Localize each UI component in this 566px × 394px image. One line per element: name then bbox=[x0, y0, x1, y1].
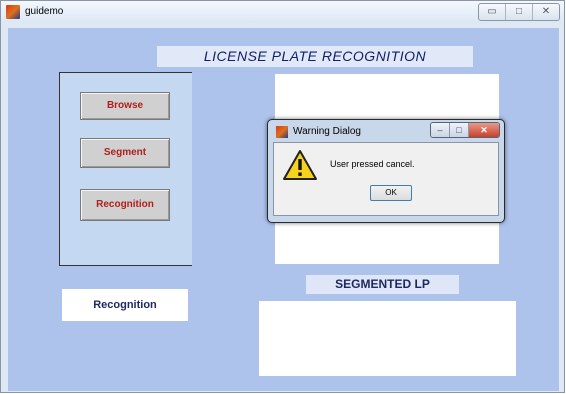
heading-box: LICENSE PLATE RECOGNITION bbox=[157, 46, 473, 67]
button-panel: Browse Segment Recognition bbox=[59, 72, 192, 266]
dialog-title-bar[interactable]: Warning Dialog – □ ✕ bbox=[268, 120, 504, 142]
dialog-close-button[interactable]: ✕ bbox=[468, 123, 499, 137]
window-controls: ▭ □ ✕ bbox=[478, 3, 560, 21]
dialog-title: Warning Dialog bbox=[293, 126, 361, 137]
minimize-button[interactable]: ▭ bbox=[479, 4, 505, 20]
window-title: guidemo bbox=[25, 6, 64, 17]
segmented-label: SEGMENTED LP bbox=[335, 277, 430, 291]
warning-dialog: Warning Dialog – □ ✕ User pressed cancel… bbox=[267, 119, 505, 223]
page-title: LICENSE PLATE RECOGNITION bbox=[203, 48, 427, 64]
dialog-minimize-button[interactable]: – bbox=[431, 123, 449, 137]
main-window: guidemo ▭ □ ✕ LICENSE PLATE RECOGNITION … bbox=[0, 0, 565, 393]
title-bar[interactable]: guidemo ▭ □ ✕ bbox=[1, 1, 564, 23]
ok-button[interactable]: OK bbox=[370, 185, 412, 201]
recognition-result-text: Recognition bbox=[93, 299, 157, 311]
segmented-label-box: SEGMENTED LP bbox=[306, 275, 459, 294]
segment-button[interactable]: Segment bbox=[80, 138, 170, 168]
recognition-button[interactable]: Recognition bbox=[80, 189, 170, 221]
dialog-body: User pressed cancel. OK bbox=[273, 142, 499, 216]
segmented-lp-axes bbox=[259, 301, 516, 376]
dialog-message: User pressed cancel. bbox=[330, 159, 415, 169]
matlab-icon bbox=[276, 126, 288, 138]
close-button[interactable]: ✕ bbox=[532, 4, 559, 20]
recognition-result-box: Recognition bbox=[62, 289, 188, 321]
warning-icon bbox=[283, 150, 317, 180]
dialog-maximize-button[interactable]: □ bbox=[449, 123, 468, 137]
matlab-icon bbox=[6, 5, 20, 19]
browse-button[interactable]: Browse bbox=[80, 92, 170, 120]
dialog-window-controls: – □ ✕ bbox=[430, 122, 500, 138]
maximize-button[interactable]: □ bbox=[505, 4, 532, 20]
